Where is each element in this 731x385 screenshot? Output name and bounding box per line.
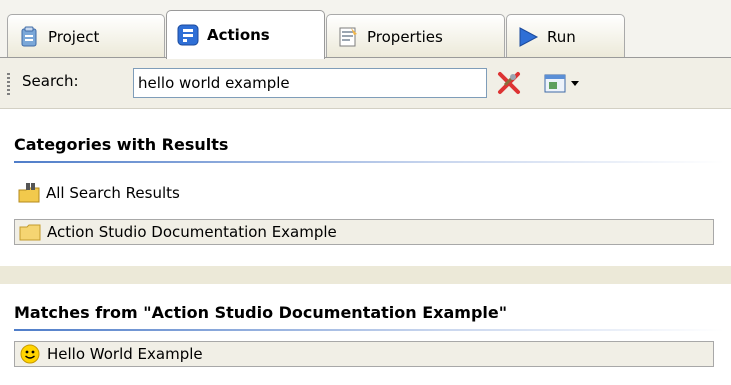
project-icon [21, 26, 37, 46]
match-item-hello-world[interactable]: Hello World Example [14, 341, 714, 367]
search-options-button[interactable] [543, 70, 581, 96]
tab-run[interactable]: Run [506, 14, 625, 58]
search-label: Search: [22, 72, 79, 90]
categories-heading: Categories with Results [14, 135, 229, 154]
results-panel: Categories with Results All Search Resul… [0, 109, 731, 385]
folder-icon [19, 224, 41, 241]
category-label: Action Studio Documentation Example [47, 223, 337, 241]
properties-icon [339, 27, 357, 46]
tab-bar: Project Actions Properties Run [0, 0, 731, 59]
clear-search-button[interactable] [496, 70, 522, 96]
matches-heading: Matches from "Action Studio Documentatio… [14, 303, 508, 322]
search-input[interactable] [133, 68, 487, 98]
category-item-all-results[interactable]: All Search Results [14, 180, 180, 206]
match-label: Hello World Example [47, 345, 203, 363]
section-divider [14, 161, 724, 163]
search-toolbar: Search: [0, 58, 731, 109]
tab-label: Project [48, 27, 100, 46]
chevron-down-icon [571, 81, 579, 86]
category-item-doc-example[interactable]: Action Studio Documentation Example [14, 219, 714, 245]
tab-properties[interactable]: Properties [326, 14, 505, 58]
search-results-folder-icon [18, 183, 40, 203]
tab-project[interactable]: Project [7, 14, 165, 58]
section-divider [14, 329, 724, 331]
clear-search-icon [498, 72, 520, 94]
run-icon [519, 26, 539, 47]
tab-label: Properties [367, 27, 443, 46]
category-label: All Search Results [46, 184, 180, 202]
tab-label: Run [547, 27, 576, 46]
tab-actions[interactable]: Actions [166, 10, 325, 59]
panel-separator [0, 266, 731, 284]
search-options-icon [544, 74, 566, 93]
tab-label: Actions [207, 26, 270, 44]
toolbar-grip[interactable] [7, 73, 10, 95]
actions-icon [177, 24, 199, 46]
smiley-icon [20, 344, 40, 364]
